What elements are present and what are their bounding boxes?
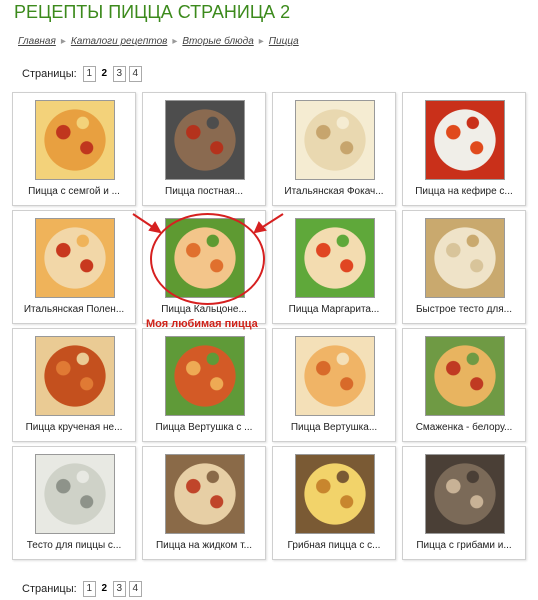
annotation-note: Моя любимая пицца — [146, 318, 258, 330]
page-link[interactable]: 1 — [82, 581, 96, 597]
pager-label: Страницы: — [22, 583, 77, 595]
annotation-arrows — [132, 213, 284, 234]
page-link[interactable]: 3 — [112, 581, 126, 597]
arrow-right-head-icon — [253, 221, 267, 234]
page-current: 2 — [101, 583, 108, 594]
page-link[interactable]: 4 — [128, 581, 142, 597]
arrow-left-head-icon — [148, 221, 162, 234]
pager-bottom: Страницы: 1234 — [22, 581, 142, 597]
